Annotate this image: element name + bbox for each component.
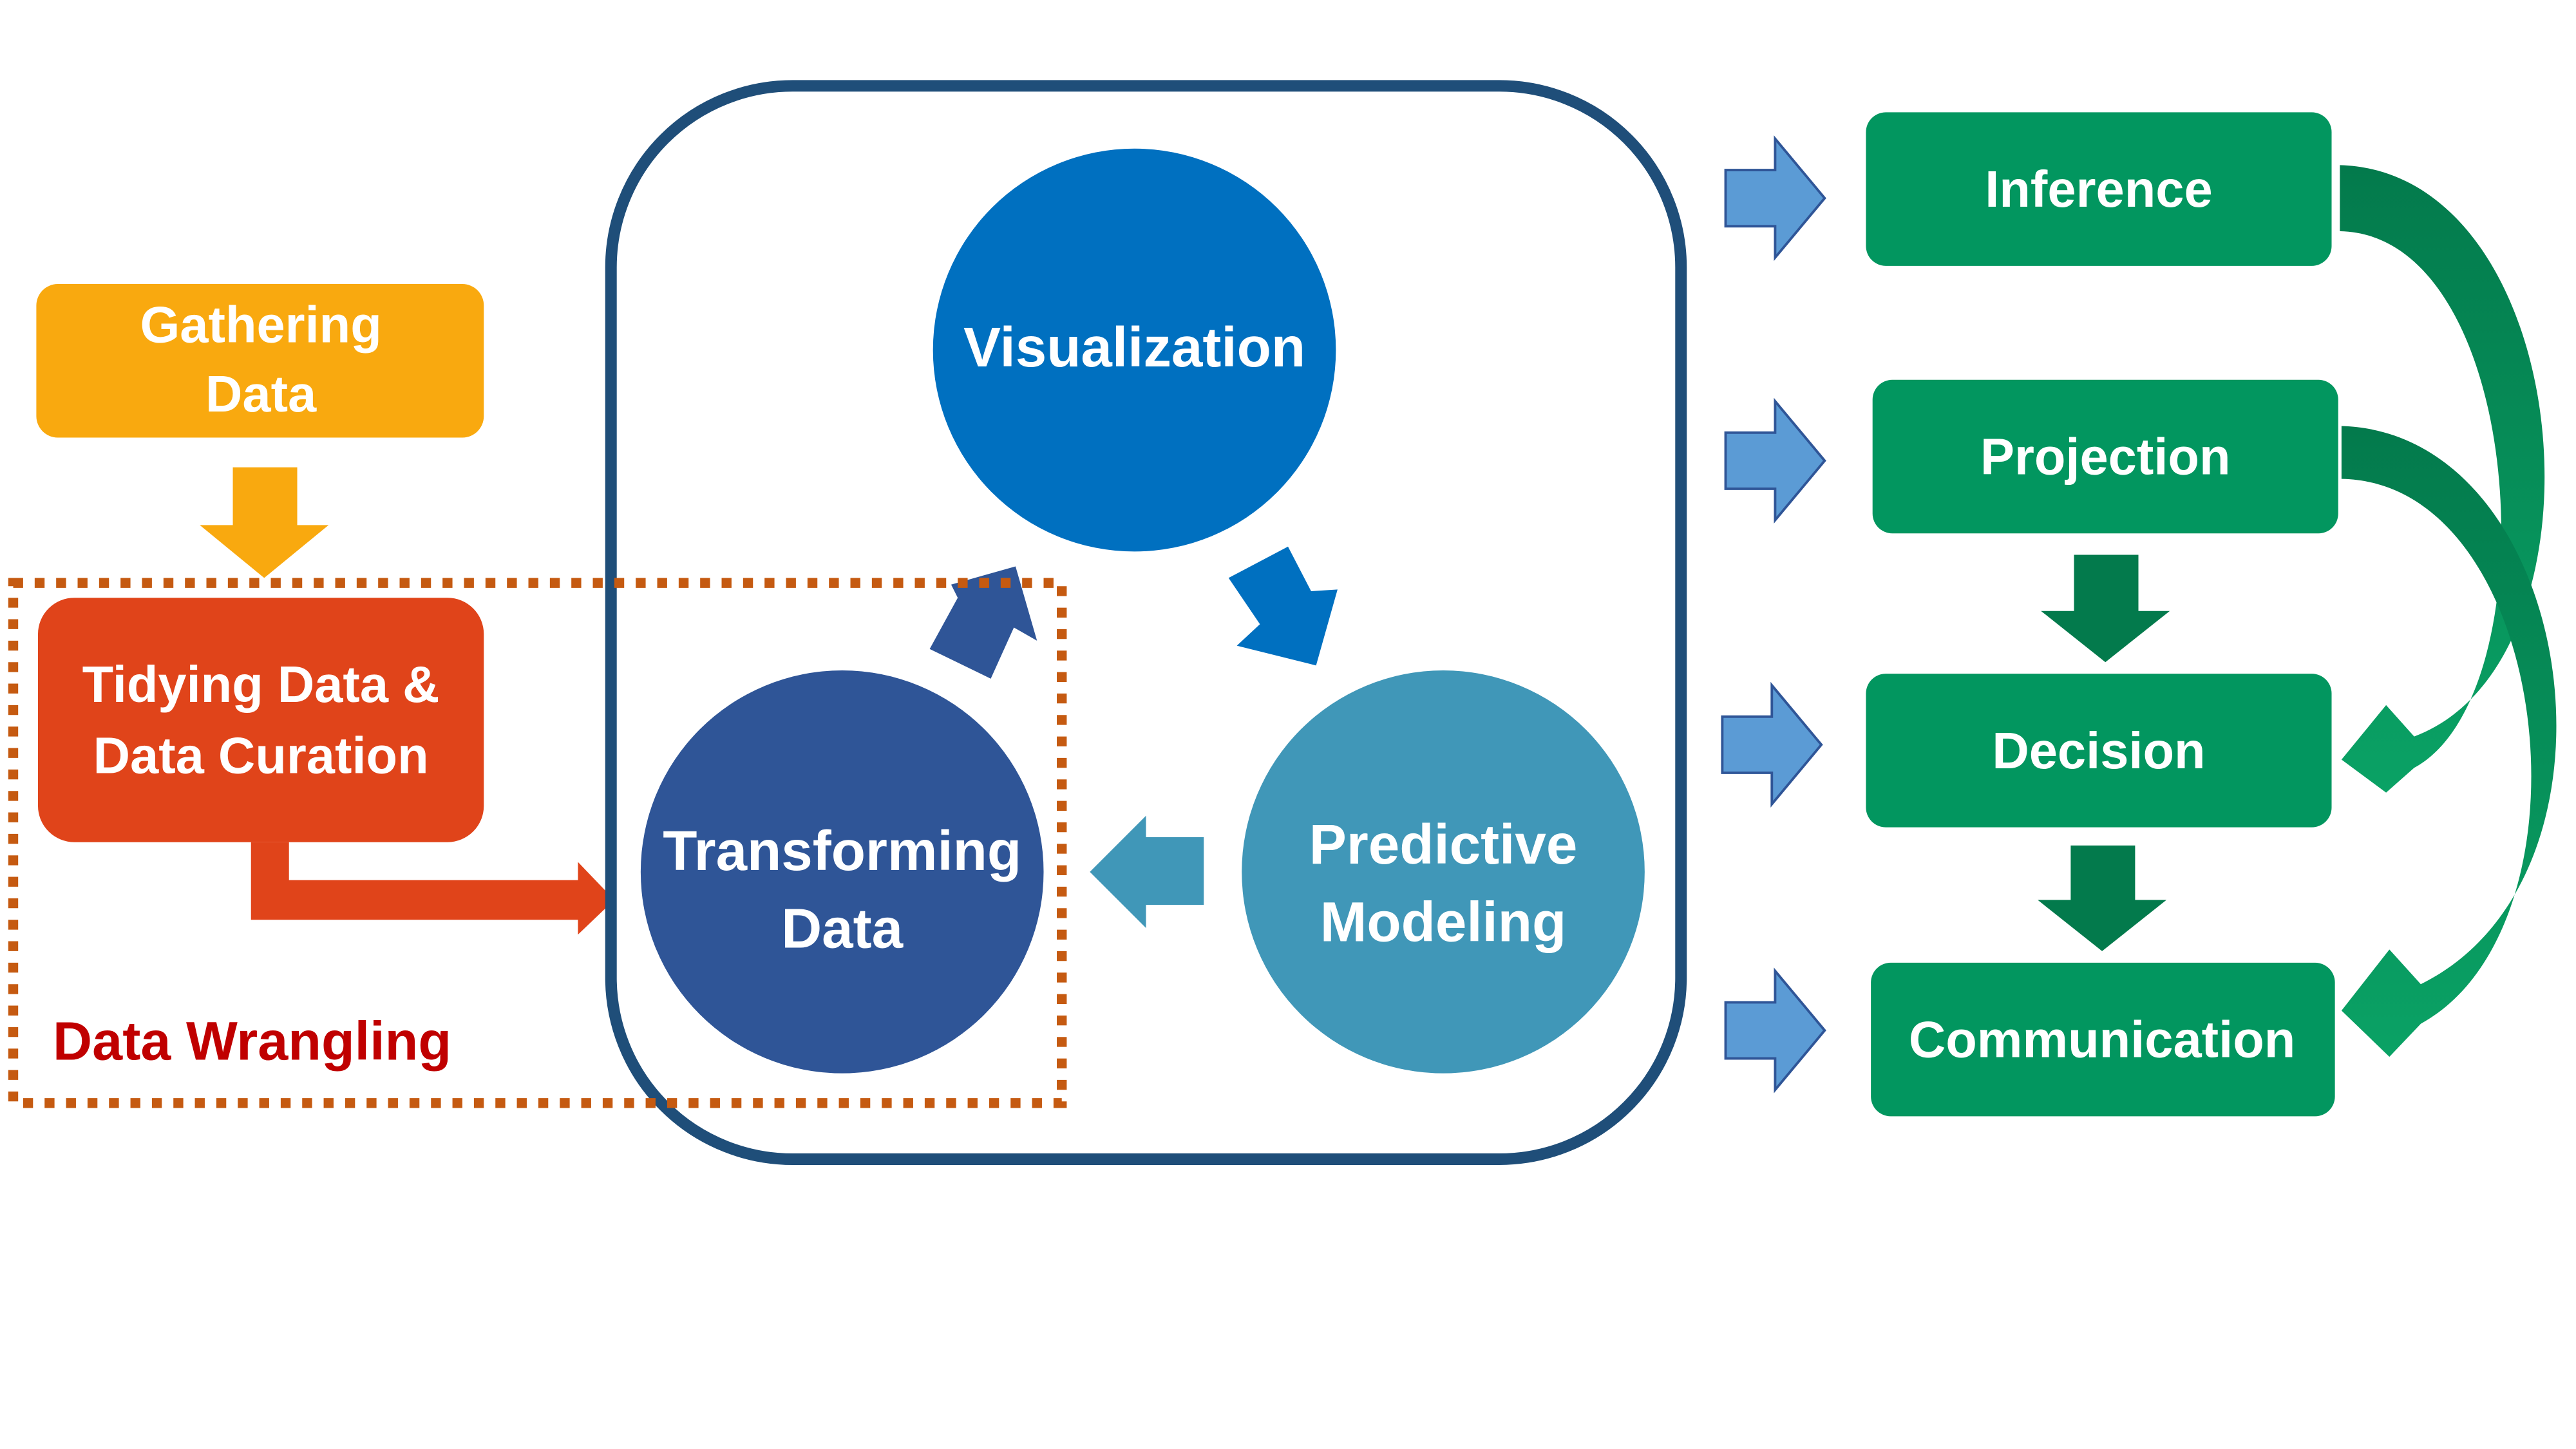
right-arrows [1721,135,1826,1094]
arrow-to-decision [1721,681,1823,808]
tidying-label-line1: Tidying Data & [82,656,440,713]
arrow-predictive-to-transforming [1090,815,1204,929]
communication-label: Communication [1909,1011,2295,1068]
tidying-label-line2: Data Curation [93,726,429,784]
arrow-decision-to-communication [2038,845,2167,951]
predictive-label-line2: Modeling [1320,891,1566,953]
communication-box: Communication [1871,962,2335,1117]
tidying-data-box: Tidying Data & Data Curation [37,598,484,842]
elbow-arrow-tidying-to-transforming [251,842,614,935]
arrow-visualization-to-predictive [1228,546,1338,666]
transforming-data-circle: Transforming Data [640,670,1044,1074]
down-arrow-gathering-to-tidying [200,467,329,578]
visualization-circle: Visualization [933,148,1336,552]
arrow-to-projection [1724,397,1826,524]
arrow-to-inference [1724,135,1826,261]
data-wrangling-label: Data Wrangling [53,1010,451,1071]
data-science-workflow-diagram: Gathering Data Tidying Data & Data Curat… [8,80,2557,1165]
decision-label: Decision [1992,722,2205,779]
predictive-label-line1: Predictive [1309,813,1578,876]
predictive-modeling-circle: Predictive Modeling [1242,670,1645,1074]
arrow-projection-to-decision [2041,554,2170,663]
inference-box: Inference [1866,112,2332,266]
gathering-label-line1: Gathering [140,296,381,353]
gathering-label-line2: Data [205,365,317,422]
projection-box: Projection [1872,379,2338,534]
arrow-to-communication [1724,967,1826,1094]
visualization-label: Visualization [963,316,1305,379]
projection-label: Projection [1980,428,2231,485]
transforming-label-line2: Data [781,898,904,960]
inference-label: Inference [1985,160,2212,218]
decision-box: Decision [1866,674,2332,828]
gathering-data-box: Gathering Data [36,284,484,438]
transforming-label-line1: Transforming [663,820,1021,882]
